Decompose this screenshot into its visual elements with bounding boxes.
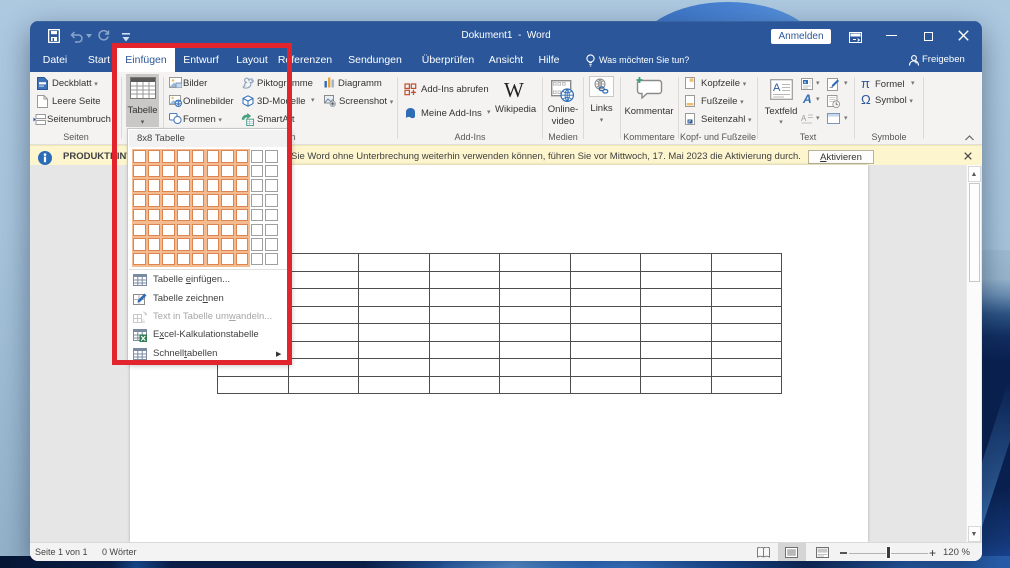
svg-text:A: A	[804, 81, 807, 85]
svg-text:A: A	[773, 82, 781, 94]
svg-text:A: A	[801, 114, 807, 123]
